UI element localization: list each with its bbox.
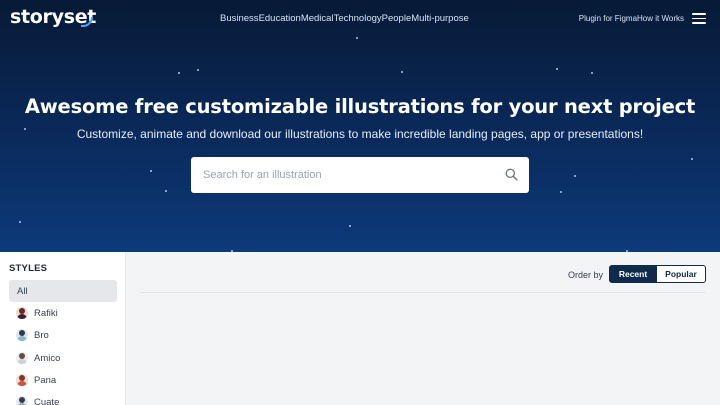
star-decoration	[150, 170, 152, 172]
order-by-label: Order by	[567, 270, 603, 280]
star-decoration	[349, 225, 351, 227]
search-icon[interactable]	[505, 168, 518, 181]
nav-item-multi-purpose[interactable]: Multi-purpose	[411, 13, 469, 24]
style-item-amico[interactable]: Amico	[9, 347, 117, 369]
star-decoration	[19, 221, 21, 223]
avatar-cuate	[16, 396, 28, 405]
search-input[interactable]	[203, 165, 493, 185]
star-decoration	[591, 72, 593, 74]
style-item-label: All	[17, 285, 28, 297]
star-decoration	[556, 68, 558, 70]
star-decoration	[165, 190, 167, 192]
nav-item-business[interactable]: Business	[220, 13, 259, 24]
avatar-pana	[16, 374, 28, 386]
style-item-label: Bro	[34, 329, 49, 341]
avatar-rafiki	[16, 307, 28, 319]
styles-sidebar: STYLES All Rafiki Bro Amico Pana Cuate	[0, 252, 126, 405]
plugin-for-figma-link[interactable]: Plugin for Figma	[579, 14, 637, 23]
nav-item-medical[interactable]: Medical	[301, 13, 334, 24]
hamburger-menu-icon[interactable]	[692, 13, 706, 24]
hero-banner: storyset Business Education Medical Tech…	[0, 0, 720, 252]
order-recent-button[interactable]: Recent	[609, 265, 657, 283]
avatar-amico	[16, 352, 28, 364]
sidebar-title: STYLES	[9, 263, 48, 274]
avatar-bro	[16, 329, 28, 341]
star-decoration	[574, 175, 576, 177]
style-item-label: Pana	[34, 374, 57, 386]
nav-item-technology[interactable]: Technology	[334, 13, 382, 24]
style-item-label: Rafiki	[34, 307, 58, 319]
style-item-label: Cuate	[34, 396, 60, 405]
content-divider	[140, 292, 706, 293]
style-item-cuate[interactable]: Cuate	[9, 391, 117, 405]
star-decoration	[356, 37, 358, 39]
how-it-works-link[interactable]: How it Works	[637, 14, 684, 23]
hero-title: Awesome free customizable illustrations …	[24, 95, 696, 118]
star-decoration	[560, 191, 562, 193]
style-item-all[interactable]: All	[9, 280, 117, 302]
style-item-label: Amico	[34, 352, 61, 364]
illustrations-content: Order by Recent Popular	[126, 252, 720, 405]
style-item-rafiki[interactable]: Rafiki	[9, 302, 117, 324]
top-navigation-bar: storyset Business Education Medical Tech…	[0, 0, 720, 36]
star-decoration	[691, 158, 693, 160]
hero-subtitle: Customize, animate and download our illu…	[76, 127, 644, 141]
order-popular-button[interactable]: Popular	[656, 265, 706, 283]
search-box	[191, 157, 529, 193]
star-decoration	[178, 72, 180, 74]
star-decoration	[401, 71, 403, 73]
header-right-links: Plugin for Figma How it Works	[579, 14, 684, 23]
star-decoration	[197, 69, 199, 71]
style-item-pana[interactable]: Pana	[9, 369, 117, 391]
nav-item-people[interactable]: People	[382, 13, 412, 24]
category-nav: Business Education Medical Technology Pe…	[220, 13, 469, 24]
nav-item-education[interactable]: Education	[259, 13, 301, 24]
style-item-bro[interactable]: Bro	[9, 324, 117, 346]
